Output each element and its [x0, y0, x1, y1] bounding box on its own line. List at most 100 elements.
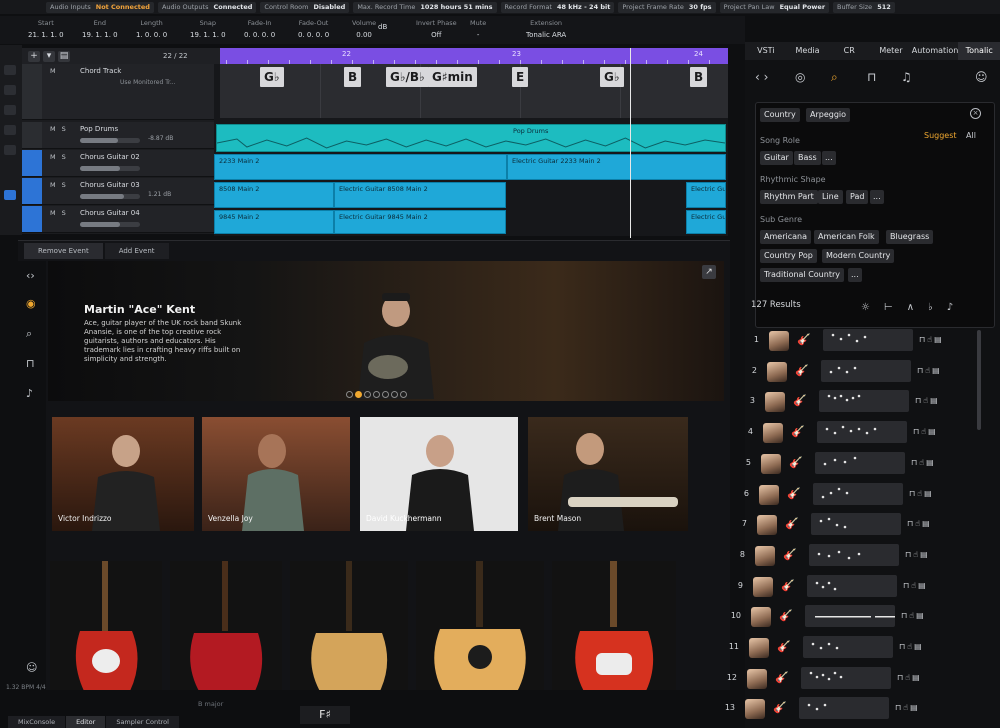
- info-field[interactable]: Extension Tonalic ARA: [526, 19, 566, 39]
- filter-chip[interactable]: Americana: [760, 230, 811, 244]
- featured-artist-banner[interactable]: Martin "Ace" Kent Ace, guitar player of …: [48, 261, 724, 401]
- info-field[interactable]: dB: [378, 19, 387, 31]
- clip-guitar-03-c[interactable]: Electric Gu: [686, 182, 726, 208]
- filter-button[interactable]: ▤: [58, 50, 70, 62]
- pattern-preview[interactable]: [801, 666, 891, 689]
- pattern-preview[interactable]: [803, 636, 893, 658]
- track-pop-drums[interactable]: MS Pop Drums -8.87 dB: [22, 122, 214, 149]
- results-scrollbar[interactable]: [977, 330, 981, 430]
- all-toggle[interactable]: All: [966, 131, 976, 140]
- clip-guitar-04-a[interactable]: 9845 Main 2: [214, 210, 334, 234]
- guitar-card[interactable]: [416, 561, 544, 711]
- tool-icon[interactable]: [4, 125, 16, 135]
- filter-chip[interactable]: Pad: [846, 190, 869, 204]
- guitar-card[interactable]: [50, 561, 162, 711]
- bookmark-icon[interactable]: ⊓: [895, 703, 903, 712]
- bookmark-icon[interactable]: ⊓: [907, 519, 915, 528]
- carousel-dots[interactable]: [346, 391, 407, 398]
- clip-guitar-03-b[interactable]: Electric Guitar 8508 Main 2: [334, 182, 506, 208]
- tab-automation[interactable]: Automation: [912, 42, 959, 60]
- filter-more-chip[interactable]: ...: [870, 190, 884, 204]
- chord-event[interactable]: G♭: [260, 67, 284, 87]
- clip-guitar-04-c[interactable]: Electric Gu: [686, 210, 726, 234]
- chord-event[interactable]: B: [344, 67, 362, 87]
- guitar-card[interactable]: [552, 561, 676, 711]
- pattern-preview[interactable]: [811, 513, 901, 536]
- result-row[interactable]: 3 🎸 ⊓☝▤: [743, 389, 983, 415]
- options-icon[interactable]: ▤: [934, 335, 944, 344]
- info-field[interactable]: Start 21. 1. 1. 0: [28, 19, 64, 39]
- pattern-preview[interactable]: [815, 451, 905, 474]
- chord-event[interactable]: G♯min: [428, 67, 477, 87]
- back-forward-icon[interactable]: ‹›: [26, 269, 35, 282]
- filter-chip[interactable]: Rhythm Part: [760, 190, 818, 204]
- tuner-icon[interactable]: ♫: [901, 70, 912, 84]
- chord-lane[interactable]: G♭ B G♭/B♭ G♯min E G♭ B: [220, 64, 728, 118]
- options-icon[interactable]: ▤: [926, 458, 936, 467]
- track-chorus-guitar-02[interactable]: MS Chorus Guitar 02: [22, 150, 214, 177]
- arrange-lanes[interactable]: G♭ B G♭/B♭ G♯min E G♭ B Pop Drums 2233 Main 2 …: [214, 64, 728, 236]
- mixconsole-tab[interactable]: MixConsole: [8, 716, 66, 728]
- sun-icon[interactable]: ☼: [861, 302, 870, 313]
- info-field[interactable]: Fade-In 0. 0. 0. 0: [244, 19, 275, 39]
- pattern-preview[interactable]: [799, 697, 889, 720]
- result-row[interactable]: 6 🎸 ⊓☝▤: [737, 482, 977, 508]
- result-row[interactable]: 8 🎸 ⊓☝▤: [733, 543, 973, 569]
- options-icon[interactable]: ▤: [912, 673, 922, 682]
- tab-meter[interactable]: Meter: [870, 42, 912, 60]
- volume-slider[interactable]: [80, 166, 140, 171]
- artist-card[interactable]: David Kuckhermann: [360, 417, 518, 531]
- filter-chip[interactable]: Modern Country: [822, 249, 895, 263]
- result-row[interactable]: 13 🎸 ⊓☝▤: [723, 696, 963, 722]
- options-icon[interactable]: ▤: [910, 703, 920, 712]
- filter-chip[interactable]: Guitar: [760, 151, 793, 165]
- result-row[interactable]: 1 🎸 ⊓☝▤: [747, 328, 987, 354]
- bookmark-icon[interactable]: ⊓: [903, 581, 911, 590]
- pattern-preview[interactable]: [823, 329, 913, 351]
- track-chord[interactable]: M Chord Track Use Monitored Tr...: [22, 64, 214, 120]
- options-icon[interactable]: ▤: [918, 581, 928, 590]
- tab-vsti[interactable]: VSTi: [745, 42, 787, 60]
- volume-slider[interactable]: [80, 194, 140, 199]
- tool-icon[interactable]: [4, 105, 16, 115]
- result-row[interactable]: 11 🎸 ⊓☝▤: [727, 635, 967, 661]
- options-icon[interactable]: ▤: [920, 550, 930, 559]
- guitar-card[interactable]: [290, 561, 408, 711]
- result-row[interactable]: 5 🎸 ⊓☝▤: [739, 451, 979, 477]
- bookmark-icon[interactable]: ⊓: [911, 458, 919, 467]
- artist-card[interactable]: Venzella Joy: [202, 417, 350, 531]
- result-row[interactable]: 2 🎸 ⊓☝▤: [745, 359, 985, 385]
- filter-more-chip[interactable]: ...: [822, 151, 836, 165]
- pattern-preview[interactable]: [819, 390, 909, 413]
- user-icon[interactable]: ☺: [975, 70, 988, 84]
- options-icon[interactable]: ▤: [930, 396, 940, 405]
- bookmark-icon[interactable]: ⊓: [919, 335, 927, 344]
- flat-icon[interactable]: ♭: [928, 302, 933, 313]
- options-icon[interactable]: ▤: [932, 366, 942, 375]
- result-row[interactable]: 10 🎸 ⊓☝▤: [729, 604, 969, 630]
- active-filter-chip[interactable]: Country: [760, 108, 800, 122]
- chord-event[interactable]: G♭: [600, 67, 624, 87]
- clip-guitar-03-a[interactable]: 8508 Main 2: [214, 182, 334, 208]
- result-row[interactable]: 4 🎸 ⊓☝▤: [741, 420, 981, 446]
- search-icon[interactable]: ⌕: [831, 70, 838, 85]
- bookmark-icon[interactable]: ⊓: [899, 642, 907, 651]
- suggest-toggle[interactable]: Suggest: [924, 131, 957, 140]
- bookmark-icon[interactable]: ⊓: [897, 673, 905, 682]
- info-field[interactable]: Mute -: [470, 19, 486, 39]
- pattern-preview[interactable]: [807, 574, 897, 597]
- expand-icon[interactable]: ↗: [702, 265, 716, 279]
- volume-slider[interactable]: [80, 138, 140, 143]
- bookmark-icon[interactable]: ⊓: [915, 396, 923, 405]
- note-icon[interactable]: ♪: [947, 302, 953, 313]
- pattern-preview[interactable]: [805, 605, 895, 628]
- range-icon[interactable]: ⊢: [884, 302, 893, 313]
- info-field[interactable]: Snap 19. 1. 1. 0: [190, 19, 226, 39]
- filter-chip[interactable]: Bluegrass: [886, 230, 934, 244]
- volume-slider[interactable]: [80, 222, 140, 227]
- tab-media[interactable]: Media: [787, 42, 829, 60]
- options-icon[interactable]: ▤: [924, 489, 934, 498]
- back-forward-icon[interactable]: ‹ ›: [755, 70, 768, 84]
- bookmark-icon[interactable]: ⊓: [913, 427, 921, 436]
- filter-chip[interactable]: Traditional Country: [760, 268, 844, 282]
